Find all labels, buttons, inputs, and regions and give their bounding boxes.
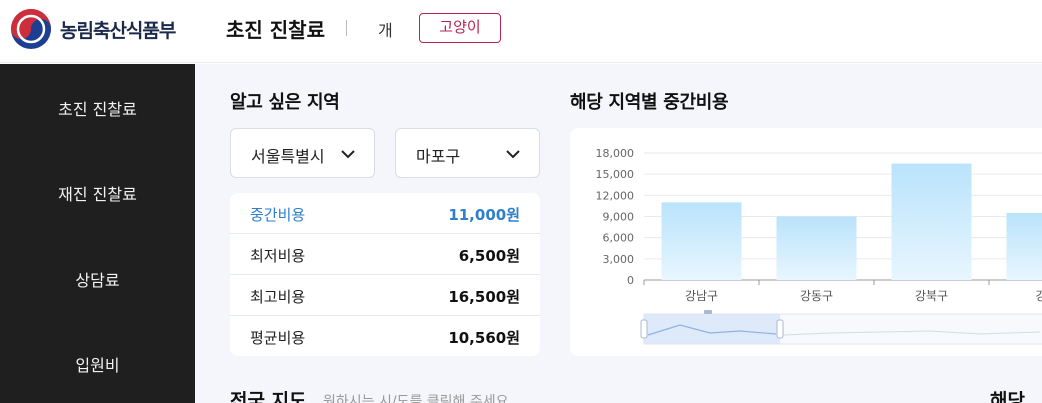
zoom-grip[interactable]	[704, 310, 712, 314]
x-tick-label: 강북구	[915, 289, 948, 303]
x-tick-label: 강동구	[800, 289, 833, 303]
chart-zoom-slider[interactable]	[640, 310, 1042, 356]
brand-name: 농림축산식품부	[60, 20, 176, 42]
zoom-selection[interactable]	[644, 314, 780, 344]
pet-tab-cat[interactable]: 고양이	[419, 13, 501, 43]
bar[interactable]	[1006, 212, 1042, 280]
bar[interactable]	[891, 163, 972, 280]
y-tick-label: 9,000	[603, 211, 635, 224]
cost-label: 최고비용	[250, 288, 306, 306]
sidebar-item-first-visit[interactable]: 초진 진찰료	[0, 96, 195, 120]
chevron-down-icon	[506, 150, 520, 159]
sidebar-item-revisit[interactable]: 재진 진찰료	[0, 181, 195, 205]
cost-label: 최저비용	[250, 247, 306, 265]
cost-row-median: 중간비용 11,000원	[230, 193, 540, 234]
district-select-value: 마포구	[416, 147, 461, 166]
cost-summary-card: 중간비용 11,000원 최저비용 6,500원 최고비용 16,500원 평균…	[230, 193, 540, 356]
cost-value: 6,500원	[458, 247, 520, 265]
cost-label: 평균비용	[250, 329, 306, 347]
x-tick-label: 강남구	[685, 289, 718, 303]
y-tick-label: 6,000	[603, 232, 635, 245]
sidebar-item-hospitalization[interactable]: 입원비	[0, 352, 195, 376]
header-divider	[346, 20, 347, 36]
cost-label: 중간비용	[250, 206, 306, 224]
bar[interactable]	[776, 216, 857, 281]
bar[interactable]	[661, 202, 742, 280]
cost-row-average: 평균비용 10,560원	[230, 316, 540, 356]
district-select[interactable]: 마포구	[395, 128, 540, 178]
sidebar-item-consultation[interactable]: 상담료	[0, 267, 195, 291]
cost-value: 11,000원	[448, 206, 520, 224]
y-tick-label: 18,000	[596, 147, 635, 160]
map-section-title: 전국 지도	[230, 390, 307, 403]
pet-tab-dog[interactable]: 개	[378, 17, 393, 41]
sidebar: 초진 진찰료 재진 진찰료 상담료 입원비	[0, 64, 195, 403]
cost-row-max: 최고비용 16,500원	[230, 275, 540, 316]
government-logo-icon	[11, 9, 51, 49]
city-select[interactable]: 서울특별시	[230, 128, 375, 178]
cost-value: 16,500원	[448, 288, 520, 306]
city-select-value: 서울특별시	[251, 147, 325, 166]
zoom-handle-left[interactable]	[640, 319, 648, 339]
chart-section-title: 해당 지역별 중간비용	[570, 92, 729, 113]
region-title: 알고 싶은 지역	[230, 92, 340, 113]
main-content: 알고 싶은 지역 서울특별시 마포구 중간비용 11,000원 최저비용 6,5…	[195, 64, 1042, 403]
header: 농림축산식품부 초진 진찰료 개 고양이	[0, 0, 1042, 63]
y-tick-label: 12,000	[596, 189, 635, 202]
map-section-subtitle: 원하시는 시/도를 클릭해 주세요	[323, 394, 509, 403]
cost-row-min: 최저비용 6,500원	[230, 234, 540, 275]
y-tick-label: 0	[627, 274, 634, 287]
chevron-down-icon	[341, 150, 355, 159]
y-tick-label: 15,000	[596, 168, 635, 181]
zoom-handle-right[interactable]	[776, 319, 784, 339]
y-tick-label: 3,000	[603, 253, 635, 266]
cost-value: 10,560원	[448, 329, 520, 347]
page-title: 초진 진찰료	[226, 18, 325, 42]
chart-card: 0 3,000 6,000 9,000 12,000 15,000 18,000 강남구 강동…	[570, 128, 1042, 356]
median-cost-bar-chart: 0 3,000 6,000 9,000 12,000 15,000 18,000 강남구 강동…	[596, 147, 1042, 356]
x-tick-label: 강서	[1035, 289, 1042, 303]
detail-section-title: 해당	[990, 390, 1025, 403]
